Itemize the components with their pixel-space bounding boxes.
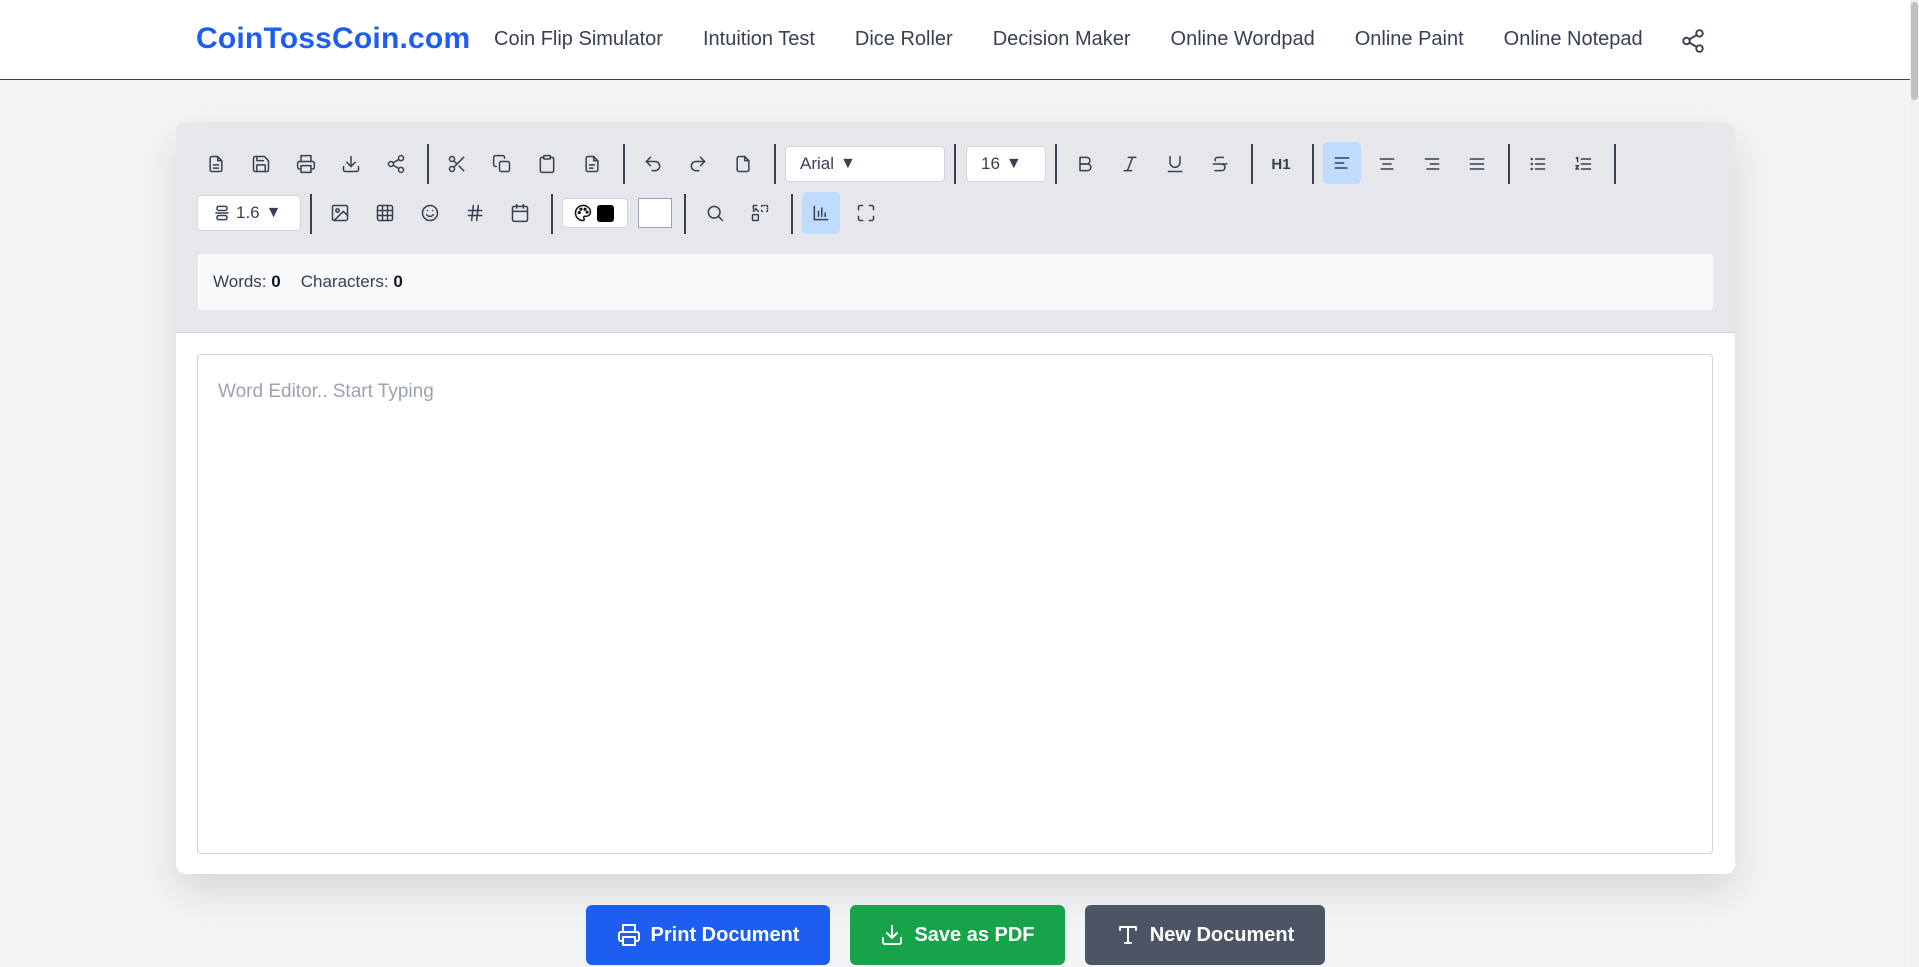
- save-pdf-button[interactable]: Save as PDF: [850, 905, 1065, 965]
- font-family-value: Arial: [800, 154, 835, 173]
- nav-link-decision-maker[interactable]: Decision Maker: [993, 28, 1131, 51]
- align-right-icon[interactable]: [1413, 145, 1451, 183]
- table-icon[interactable]: [366, 194, 404, 232]
- site-logo[interactable]: CoinTossCoin.com: [196, 22, 470, 56]
- find-replace-icon[interactable]: [741, 194, 779, 232]
- words-count: 0: [271, 272, 281, 291]
- save-pdf-label: Save as PDF: [914, 923, 1035, 946]
- nav-link-online-paint[interactable]: Online Paint: [1355, 28, 1464, 51]
- characters-label: Characters:: [300, 272, 389, 291]
- search-icon[interactable]: [696, 194, 734, 232]
- highlight-color-swatch[interactable]: [638, 198, 672, 228]
- editor-toolbar: Arial ▼ 16 ▼ H1 1.6 ▼ Words: 0 Character…: [176, 122, 1735, 333]
- document-editor[interactable]: Word Editor.. Start Typing: [197, 354, 1713, 854]
- nav-link-online-wordpad[interactable]: Online Wordpad: [1171, 28, 1315, 51]
- toolbar-divider: [684, 194, 686, 234]
- toolbar-divider: [954, 144, 956, 184]
- undo-icon[interactable]: [634, 145, 672, 183]
- nav-link-intuition-test[interactable]: Intuition Test: [703, 28, 815, 51]
- line-height-value: 1.6: [236, 203, 260, 222]
- paste-text-icon[interactable]: [573, 145, 611, 183]
- toolbar-divider: [1055, 144, 1057, 184]
- hashtag-icon[interactable]: [456, 194, 494, 232]
- text-color-swatch: [597, 204, 614, 222]
- toolbar-divider: [1312, 144, 1314, 184]
- text-color-picker[interactable]: [562, 198, 628, 228]
- redo-icon[interactable]: [679, 145, 717, 183]
- nav-link-coin-flip[interactable]: Coin Flip Simulator: [494, 28, 663, 51]
- toolbar-divider: [551, 194, 553, 234]
- share-icon[interactable]: [1680, 28, 1706, 54]
- page-scrollbar[interactable]: [1910, 0, 1919, 967]
- emoji-icon[interactable]: [411, 194, 449, 232]
- editor-card: Arial ▼ 16 ▼ H1 1.6 ▼ Words: 0 Character…: [176, 122, 1735, 874]
- italic-icon[interactable]: [1111, 145, 1149, 183]
- line-height-icon: [215, 205, 229, 221]
- palette-icon: [574, 204, 592, 222]
- nav-link-online-notepad[interactable]: Online Notepad: [1504, 28, 1643, 51]
- align-center-icon[interactable]: [1368, 145, 1406, 183]
- underline-icon[interactable]: [1156, 145, 1194, 183]
- words-label: Words:: [213, 272, 267, 291]
- scrollbar-thumb[interactable]: [1911, 2, 1918, 100]
- bullet-list-icon[interactable]: [1519, 145, 1557, 183]
- image-icon[interactable]: [321, 194, 359, 232]
- font-size-value: 16: [981, 154, 1000, 173]
- toolbar-divider: [623, 144, 625, 184]
- cut-icon[interactable]: [438, 145, 476, 183]
- share-icon[interactable]: [377, 145, 415, 183]
- print-icon[interactable]: [287, 145, 325, 183]
- toolbar-divider: [1614, 144, 1616, 184]
- calendar-icon[interactable]: [501, 194, 539, 232]
- heading-icon[interactable]: H1: [1262, 145, 1300, 183]
- toolbar-divider: [1508, 144, 1510, 184]
- chevron-down-icon: ▼: [265, 204, 282, 221]
- paste-icon[interactable]: [528, 145, 566, 183]
- print-icon: [617, 924, 640, 946]
- copy-icon[interactable]: [483, 145, 521, 183]
- bold-icon[interactable]: [1066, 145, 1104, 183]
- new-document-label: New Document: [1149, 923, 1295, 946]
- characters-stat: Characters: 0: [301, 272, 403, 292]
- download-icon[interactable]: [332, 145, 370, 183]
- word-count-bar: Words: 0 Characters: 0: [198, 254, 1713, 310]
- print-document-button[interactable]: Print Document: [586, 905, 830, 965]
- new-file-icon[interactable]: [197, 145, 235, 183]
- stats-chart-icon[interactable]: [802, 192, 840, 234]
- font-family-select[interactable]: Arial ▼: [785, 146, 945, 182]
- numbered-list-icon[interactable]: [1564, 145, 1602, 183]
- blank-page-icon[interactable]: [724, 145, 762, 183]
- toolbar-divider: [791, 194, 793, 234]
- fullscreen-icon[interactable]: [847, 194, 885, 232]
- editor-placeholder: Word Editor.. Start Typing: [218, 381, 434, 402]
- font-size-select[interactable]: 16 ▼: [966, 146, 1046, 182]
- print-document-label: Print Document: [650, 923, 800, 946]
- line-height-select[interactable]: 1.6 ▼: [197, 195, 301, 231]
- chevron-down-icon: ▼: [1005, 155, 1022, 172]
- toolbar-divider: [1251, 144, 1253, 184]
- words-stat: Words: 0: [213, 272, 281, 292]
- characters-count: 0: [393, 272, 403, 291]
- text-type-icon: [1118, 926, 1137, 944]
- align-left-icon[interactable]: [1323, 142, 1361, 184]
- download-icon: [882, 925, 903, 945]
- new-document-button[interactable]: New Document: [1085, 905, 1325, 965]
- save-icon[interactable]: [242, 145, 280, 183]
- nav-links: Coin Flip Simulator Intuition Test Dice …: [494, 28, 1643, 51]
- toolbar-divider: [427, 144, 429, 184]
- top-navbar: CoinTossCoin.com Coin Flip Simulator Int…: [0, 0, 1910, 80]
- align-justify-icon[interactable]: [1458, 145, 1496, 183]
- toolbar-divider: [310, 194, 312, 234]
- chevron-down-icon: ▼: [840, 155, 856, 172]
- strikethrough-icon[interactable]: [1201, 145, 1239, 183]
- toolbar-divider: [774, 144, 776, 184]
- nav-link-dice-roller[interactable]: Dice Roller: [855, 28, 953, 51]
